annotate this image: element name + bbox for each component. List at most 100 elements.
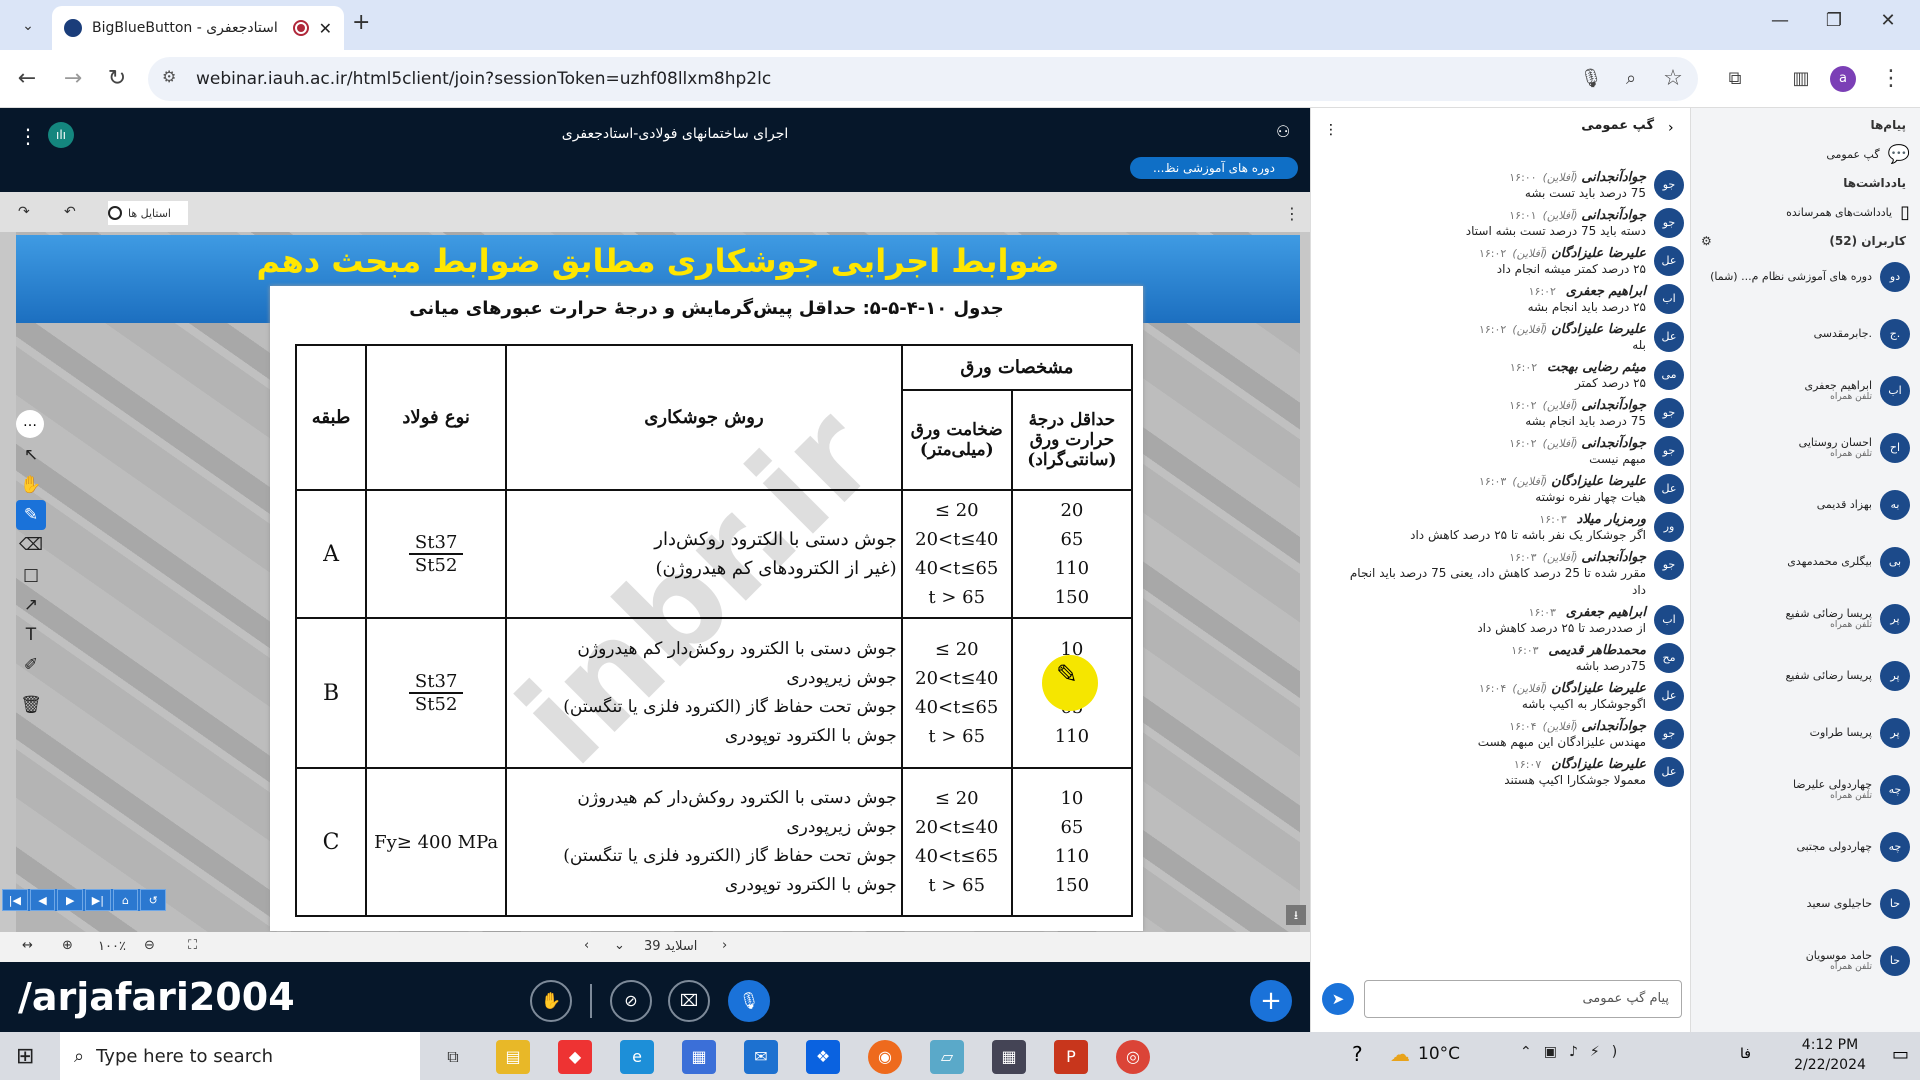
undo-icon[interactable]: ↶ — [64, 204, 76, 220]
user-item[interactable]: به بهزاد قدیمی — [1691, 476, 1920, 533]
shared-notes-item[interactable]: ▯ یادداشت‌های همرسانده — [1691, 190, 1920, 234]
tray-icons[interactable]: ⌃▣♪⚡) — [1520, 1044, 1629, 1060]
slide-selector[interactable]: اسلاید 39 — [644, 939, 697, 954]
play-icon[interactable]: ▶ — [57, 889, 84, 911]
rectangle-tool-icon[interactable]: □ — [16, 560, 46, 590]
calculator-icon[interactable]: ▦ — [992, 1040, 1026, 1074]
next-slide-button[interactable]: › — [722, 938, 727, 953]
app-red-icon[interactable]: ◆ — [558, 1040, 592, 1074]
note-tool-icon[interactable]: ✐ — [16, 650, 46, 680]
prev-slide-button[interactable]: ‹ — [584, 938, 589, 953]
notes-app-icon[interactable]: ▱ — [930, 1040, 964, 1074]
message-status: (آفلاین) — [1542, 171, 1578, 184]
send-button[interactable]: ➤ — [1322, 983, 1354, 1015]
screenshare-button[interactable]: ⊘ — [610, 980, 652, 1022]
first-slide-icon[interactable]: |◀ — [2, 889, 28, 911]
windows-start-icon[interactable]: ⊞ — [16, 1044, 34, 1069]
zoom-out-icon[interactable]: ⊖ — [144, 938, 155, 953]
home-icon[interactable]: ⌂ — [112, 889, 139, 911]
profile-avatar[interactable]: a — [1830, 66, 1856, 92]
fit-width-icon[interactable]: ↔ — [22, 938, 33, 953]
language-indicator[interactable]: فا — [1740, 1046, 1751, 1062]
course-badge[interactable]: دوره های آموزشی نظ... — [1130, 157, 1298, 179]
clock[interactable]: 4:12 PM 2/22/2024 — [1780, 1035, 1880, 1075]
camera-button[interactable]: ⌧ — [668, 980, 710, 1022]
user-item[interactable]: چه چهاردولی علیرضا تلفن همراه — [1691, 761, 1920, 818]
user-item[interactable]: چه چهاردولی مجتبی — [1691, 818, 1920, 875]
minimize-icon[interactable]: — — [1760, 10, 1800, 31]
powerpoint-icon[interactable]: P — [1054, 1040, 1088, 1074]
user-item[interactable]: بی بیگلری محمدمهدی — [1691, 533, 1920, 590]
extensions-icon[interactable]: ⧉ — [1718, 62, 1752, 96]
temp-value: 110 — [1054, 558, 1090, 579]
eraser-tool-icon[interactable]: ⌫ — [16, 530, 46, 560]
user-item[interactable]: اح احسان روستایی تلفن همراه — [1691, 419, 1920, 476]
arrow-tool-icon[interactable]: ↗ — [16, 590, 46, 620]
weather-temp: 10°C — [1418, 1044, 1461, 1064]
more-tools-button[interactable]: … — [16, 410, 44, 438]
tab-close-icon[interactable]: ✕ — [319, 19, 332, 38]
message-author: جوادآنجدانی — [1581, 550, 1646, 565]
redo-icon[interactable]: ↷ — [18, 204, 30, 220]
address-bar[interactable]: ⚙ webinar.iauh.ac.ir/html5client/join?se… — [148, 57, 1698, 101]
help-icon[interactable]: ? — [1352, 1042, 1363, 1066]
user-item[interactable]: پر پریسا رضائی شفیع — [1691, 647, 1920, 704]
store-icon[interactable]: ▦ — [682, 1040, 716, 1074]
zoom-in-icon[interactable]: ⊕ — [62, 938, 73, 953]
microphone-button[interactable]: 🎙 — [728, 980, 770, 1022]
chat-input[interactable]: پیام گپ عمومی — [1364, 980, 1682, 1018]
message-body: علیرضا علیزادگان ۱۶:۰۷ معمولا جوشکارا اکی… — [1336, 757, 1646, 789]
prev-slide-icon[interactable]: ◀ — [29, 889, 56, 911]
actions-plus-button[interactable]: + — [1250, 980, 1292, 1022]
reload-icon[interactable]: ↻ — [100, 62, 134, 96]
user-item[interactable]: دو دوره های آموزشی نظام م... (شما) — [1691, 248, 1920, 305]
user-item[interactable]: اب ابراهیم جعفری تلفن همراه — [1691, 362, 1920, 419]
user-item[interactable]: ج. .جابرمقدسی — [1691, 305, 1920, 362]
stats-icon[interactable]: ılı — [48, 122, 74, 148]
app-menu-icon[interactable]: ⋮ — [18, 124, 38, 148]
forward-icon[interactable]: → — [56, 62, 90, 96]
select-tool-icon[interactable]: ↖ — [16, 440, 46, 470]
task-view-icon[interactable]: ⧉ — [436, 1040, 470, 1074]
refresh-slide-icon[interactable]: ↺ — [140, 889, 167, 911]
slide-dropdown-icon[interactable]: ⌄ — [614, 938, 625, 953]
browser-tab[interactable]: BigBlueButton - استادجعفری ✕ — [52, 6, 344, 50]
chrome-icon[interactable]: ◎ — [1116, 1040, 1150, 1074]
bookmark-star-icon[interactable]: ☆ — [1656, 62, 1690, 96]
edge-icon[interactable]: e — [620, 1040, 654, 1074]
mail-icon[interactable]: ✉ — [744, 1040, 778, 1074]
last-slide-icon[interactable]: ▶| — [85, 889, 111, 911]
download-icon[interactable]: ⭳ — [1286, 905, 1306, 925]
text-tool-icon[interactable]: T — [16, 620, 46, 650]
pencil-tool-icon[interactable]: ✎ — [16, 500, 46, 530]
firefox-icon[interactable]: ◉ — [868, 1040, 902, 1074]
zoom-icon[interactable]: ⌕ — [1614, 62, 1648, 96]
users-settings-icon[interactable]: ⚙ — [1701, 234, 1712, 248]
presentation-options-icon[interactable]: ⋮ — [1284, 204, 1300, 223]
window-close-icon[interactable]: ✕ — [1868, 10, 1908, 31]
browser-menu-icon[interactable]: ⋮ — [1874, 62, 1908, 96]
back-icon[interactable]: ← — [10, 62, 44, 96]
user-item[interactable]: حا حاجیلوی سعید — [1691, 875, 1920, 932]
user-item[interactable]: حا حامد موسویان تلفن همراه — [1691, 932, 1920, 989]
maximize-icon[interactable]: ❐ — [1814, 10, 1854, 31]
sidepanel-icon[interactable]: ▥ — [1784, 62, 1818, 96]
taskbar-search[interactable]: ⌕ Type here to search — [60, 1032, 420, 1080]
user-item[interactable]: پر پریسا طراوت — [1691, 704, 1920, 761]
file-explorer-icon[interactable]: ▤ — [496, 1040, 530, 1074]
mic-icon[interactable]: 🎙 — [1574, 62, 1608, 96]
styles-button[interactable]: استایل ها — [108, 201, 188, 225]
raise-hand-button[interactable]: ✋ — [530, 980, 572, 1022]
user-settings-icon[interactable]: ⚇ — [1276, 122, 1290, 141]
user-item[interactable]: پر پریسا رضائی شفیع تلفن همراه — [1691, 590, 1920, 647]
new-tab-button[interactable]: + — [352, 10, 370, 35]
tab-search-icon[interactable]: ⌄ — [14, 12, 42, 40]
notifications-icon[interactable]: ▭ — [1892, 1044, 1909, 1065]
delete-tool-icon[interactable]: 🗑 — [16, 690, 46, 720]
pan-tool-icon[interactable]: ✋ — [16, 470, 46, 500]
dropbox-icon[interactable]: ❖ — [806, 1040, 840, 1074]
site-info-icon[interactable]: ⚙ — [162, 67, 176, 86]
fullscreen-icon[interactable]: ⛶ — [188, 938, 197, 953]
chat-back-icon[interactable]: › — [1668, 120, 1674, 136]
public-chat-item[interactable]: 💬 گپ عمومی — [1691, 132, 1920, 176]
